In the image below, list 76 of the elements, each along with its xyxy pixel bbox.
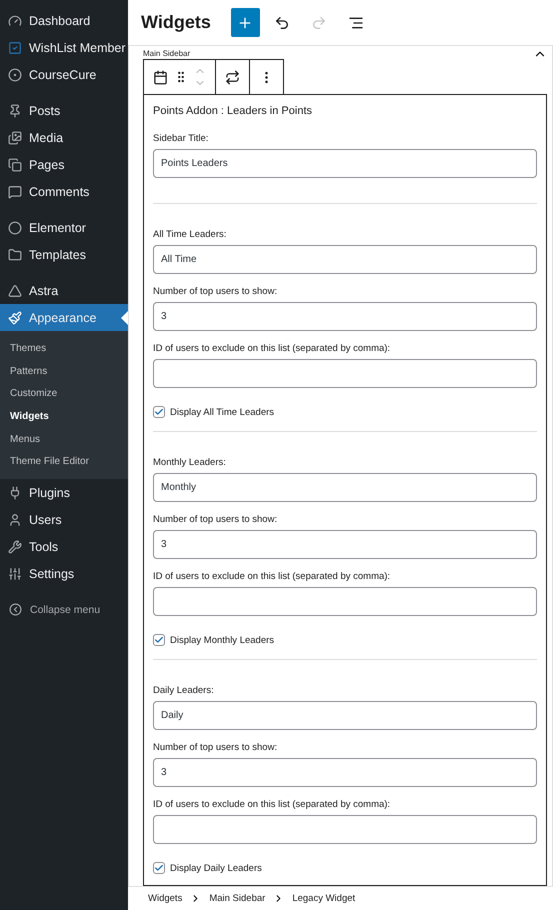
checkbox[interactable] — [153, 862, 165, 874]
breadcrumb-link[interactable]: Legacy Widget — [292, 893, 356, 904]
submenu-item[interactable]: Widgets — [0, 405, 128, 428]
list-view-icon — [348, 14, 364, 30]
sidebar-item[interactable]: Templates — [0, 241, 128, 268]
breadcrumb-link[interactable]: Widgets — [148, 893, 182, 904]
field-label: Monthly Leaders: — [153, 457, 227, 468]
checkbox[interactable] — [153, 406, 165, 418]
submenu-item[interactable]: Patterns — [0, 360, 128, 382]
sidebar-item[interactable]: Media — [0, 124, 128, 151]
sidebar-item[interactable]: Pages — [0, 151, 128, 178]
page-title: Widgets — [141, 12, 211, 33]
checkbox-label: Display All Time Leaders — [170, 406, 274, 418]
sidebar-item[interactable]: Plugins — [0, 479, 128, 506]
sidebar-item[interactable]: Users — [0, 506, 128, 534]
input-field[interactable] — [153, 587, 537, 616]
sidebar-item[interactable]: Posts — [0, 97, 128, 124]
field-label: Sidebar Title: — [153, 133, 210, 144]
breadcrumb-link[interactable]: Main Sidebar — [209, 893, 266, 904]
field-label: ID of users to exclude on this list (separated by comma): — [153, 799, 392, 810]
undo-icon — [274, 14, 290, 30]
submenu-item[interactable]: Customize — [0, 382, 128, 406]
sidebar-item[interactable]: WishList Member — [0, 34, 128, 61]
sliders-icon — [8, 566, 22, 581]
field-label: ID of users to exclude on this list (separated by comma): — [153, 571, 392, 582]
sidebar-item[interactable]: Tools — [0, 533, 128, 560]
input-field[interactable]: All Time — [153, 245, 537, 274]
input-field[interactable]: 3 — [153, 758, 537, 787]
input-field[interactable]: 3 — [153, 530, 537, 559]
widget-area-title: Main Sidebar — [143, 49, 190, 58]
images-icon — [8, 130, 22, 144]
circle-icon — [8, 220, 22, 234]
collapse-menu-button[interactable]: Collapse menu — [0, 596, 128, 624]
gauge-icon — [8, 14, 22, 28]
folder-icon — [8, 248, 22, 262]
submenu-item[interactable]: Themes — [0, 337, 128, 360]
submenu-item[interactable]: Theme File Editor — [0, 450, 128, 474]
pin-icon — [8, 104, 22, 118]
wrench-icon — [8, 540, 22, 554]
redo-icon — [311, 14, 328, 30]
add-block-button[interactable] — [230, 8, 260, 37]
checkbox[interactable] — [153, 634, 165, 646]
input-field[interactable] — [153, 815, 537, 844]
user-icon — [8, 512, 22, 527]
checkbox-label: Display Monthly Leaders — [170, 634, 274, 646]
checkbox-label: Display Daily Leaders — [170, 862, 262, 874]
collapse-icon — [9, 603, 22, 616]
sidebar-item[interactable]: Appearance — [0, 304, 128, 331]
input-field[interactable]: 3 — [153, 302, 537, 331]
sidebar-item[interactable]: CourseCure — [0, 61, 128, 88]
field-label: ID of users to exclude on this list (separated by comma): — [153, 343, 392, 354]
sidebar-item[interactable]: Elementor — [0, 214, 128, 241]
sidebar-item[interactable]: Comments — [0, 178, 128, 205]
field-label: Number of top users to show: — [153, 742, 278, 753]
field-label: Number of top users to show: — [153, 286, 278, 297]
calendar-icon[interactable] — [153, 70, 168, 84]
sidebar-item[interactable]: Settings — [0, 560, 128, 588]
circle-dot-icon — [8, 68, 22, 82]
transform-icon[interactable] — [225, 70, 240, 84]
widget-title: Points Addon : Leaders in Points — [153, 105, 313, 117]
sidebar-item[interactable]: Astra — [0, 277, 128, 304]
submenu-item[interactable]: Menus — [0, 428, 128, 450]
pages-icon — [8, 158, 22, 172]
speech-bubble-icon — [8, 184, 22, 198]
plug-icon — [8, 486, 22, 500]
input-field[interactable]: Points Leaders — [153, 149, 537, 178]
sidebar-item[interactable]: Dashboard — [0, 7, 128, 34]
paintbrush-icon — [8, 310, 22, 324]
input-field[interactable]: Daily — [153, 701, 537, 730]
checkbox-icon — [8, 40, 22, 54]
triangle-icon — [8, 284, 22, 298]
input-field[interactable] — [153, 359, 537, 388]
input-field[interactable]: Monthly — [153, 473, 537, 502]
field-label: All Time Leaders: — [153, 229, 228, 240]
field-label: Number of top users to show: — [153, 514, 278, 525]
field-label: Daily Leaders: — [153, 685, 215, 696]
